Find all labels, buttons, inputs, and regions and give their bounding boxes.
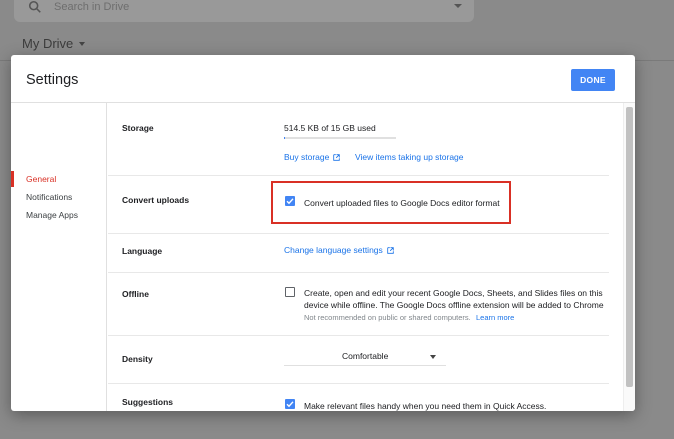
search-bar[interactable]: Search in Drive <box>14 0 474 22</box>
offline-description-line1: Create, open and edit your recent Google… <box>304 288 603 298</box>
scrollbar[interactable] <box>623 103 635 411</box>
density-label: Density <box>122 354 153 364</box>
buy-storage-link[interactable]: Buy storage <box>284 152 341 162</box>
density-select[interactable]: Comfortable <box>284 348 446 366</box>
dialog-header: Settings DONE <box>11 55 635 103</box>
search-options-icon[interactable] <box>454 4 462 8</box>
language-label: Language <box>122 246 163 256</box>
convert-uploads-label: Convert uploads <box>122 195 190 205</box>
check-icon <box>286 198 294 205</box>
storage-label: Storage <box>122 123 154 133</box>
sidebar-item-general[interactable]: General <box>26 174 56 184</box>
divider <box>108 233 609 234</box>
offline-description-line2: device while offline. The Google Docs of… <box>304 300 604 310</box>
my-drive-label: My Drive <box>22 36 74 51</box>
active-indicator <box>11 171 14 187</box>
search-icon <box>28 0 41 13</box>
check-icon <box>286 401 294 408</box>
convert-uploads-text: Convert uploaded files to Google Docs ed… <box>304 198 500 208</box>
scrollbar-thumb[interactable] <box>626 107 633 387</box>
chevron-down-icon <box>79 41 86 46</box>
offline-checkbox[interactable] <box>285 287 295 297</box>
sidebar-item-manage-apps[interactable]: Manage Apps <box>26 210 78 220</box>
learn-more-link[interactable]: Learn more <box>476 313 514 322</box>
settings-dialog: Settings DONE General Notifications Mana… <box>11 55 635 411</box>
sidebar-item-notifications[interactable]: Notifications <box>26 192 72 202</box>
divider <box>108 383 609 384</box>
external-link-icon <box>387 246 394 254</box>
storage-used-text: 514.5 KB of 15 GB used <box>284 123 376 133</box>
dialog-title: Settings <box>26 72 79 88</box>
settings-sidebar: General Notifications Manage Apps <box>11 103 107 411</box>
change-language-label: Change language settings <box>284 245 383 255</box>
settings-content: Storage 514.5 KB of 15 GB used Buy stora… <box>108 103 623 411</box>
my-drive-menu[interactable]: My Drive <box>22 36 86 51</box>
dropdown-caret-icon <box>430 355 436 359</box>
suggestions-checkbox[interactable] <box>285 399 295 409</box>
divider <box>108 272 609 273</box>
view-items-link[interactable]: View items taking up storage <box>355 152 464 162</box>
buy-storage-label: Buy storage <box>284 152 330 162</box>
offline-note: Not recommended on public or shared comp… <box>304 313 471 322</box>
change-language-link[interactable]: Change language settings <box>284 245 394 255</box>
density-value: Comfortable <box>342 351 389 361</box>
suggestions-text: Make relevant files handy when you need … <box>304 401 547 411</box>
storage-bar <box>284 137 396 139</box>
offline-label: Offline <box>122 289 149 299</box>
divider <box>108 335 609 336</box>
done-button[interactable]: DONE <box>571 69 615 91</box>
search-placeholder: Search in Drive <box>54 1 130 13</box>
divider <box>108 175 609 176</box>
suggestions-label: Suggestions <box>122 397 174 407</box>
external-link-icon <box>333 153 341 161</box>
convert-uploads-checkbox[interactable] <box>285 196 295 206</box>
